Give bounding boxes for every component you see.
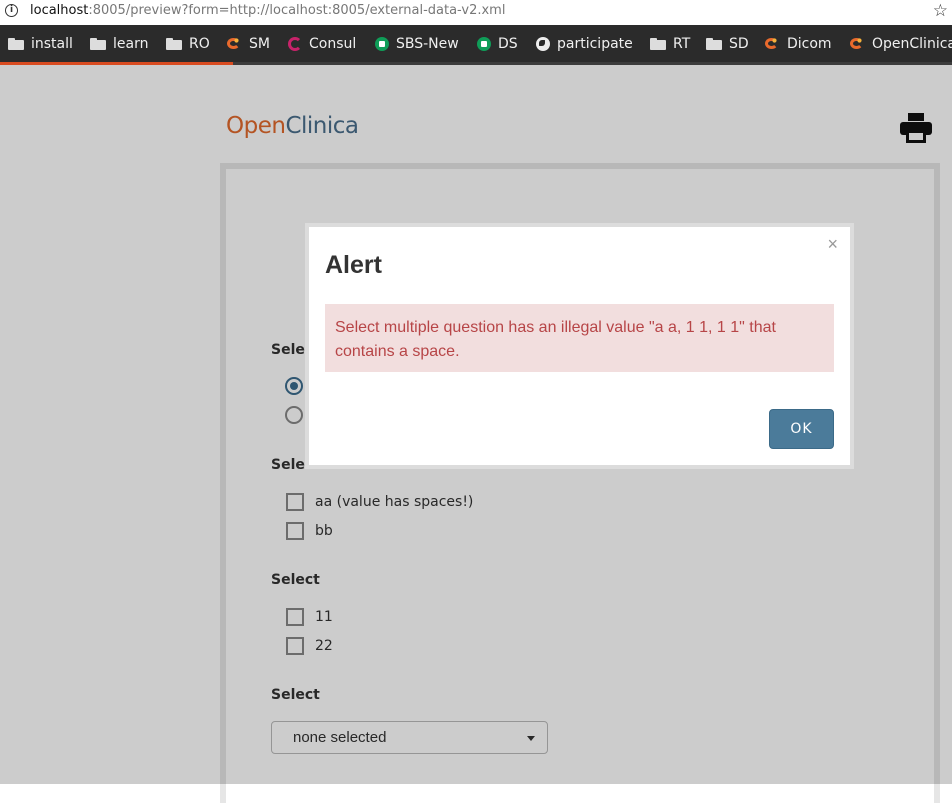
bookmark-consul[interactable]: Consul	[288, 34, 356, 54]
url-host: localhost	[30, 3, 89, 18]
bookmark-label: participate	[557, 36, 633, 52]
meet-icon	[375, 37, 389, 51]
site-info-icon[interactable]: i	[5, 4, 18, 17]
bookmark-label: SM	[249, 36, 270, 52]
alert-dialog: Alert × Select multiple question has an …	[305, 223, 854, 469]
bookmark-label: SD	[729, 36, 749, 52]
bookmark-label: install	[31, 36, 73, 52]
bookmark-install[interactable]: install	[8, 34, 73, 54]
bookmark-openclinica[interactable]: OpenClinica	[849, 34, 952, 54]
bookmark-label: RO	[189, 36, 210, 52]
meet-icon	[477, 37, 491, 51]
bookmark-sbs-new[interactable]: SBS-New	[375, 34, 459, 54]
folder-icon	[650, 38, 666, 50]
ok-button[interactable]: OK	[769, 409, 834, 449]
bookmark-learn[interactable]: learn	[90, 34, 148, 54]
bookmark-label: Consul	[309, 36, 357, 52]
bookmark-sd[interactable]: SD	[706, 34, 749, 54]
bookmark-label: RT	[673, 36, 691, 52]
bookmark-label: learn	[113, 36, 149, 52]
bookmark-ro[interactable]: RO	[166, 34, 210, 54]
folder-icon	[166, 38, 182, 50]
dialog-title: Alert	[325, 251, 382, 279]
bookmark-label: Dicom	[787, 36, 832, 52]
url-path: :8005/preview?form=http://localhost:8005…	[88, 3, 506, 18]
openclinica-icon	[849, 36, 865, 52]
bookmark-rt[interactable]: RT	[650, 34, 690, 54]
bookmark-label: OpenClinica	[872, 36, 952, 52]
url-text[interactable]: localhost:8005/preview?form=http://local…	[30, 3, 505, 18]
bookmark-participate[interactable]: participate	[536, 34, 633, 54]
globe-icon	[536, 37, 550, 51]
bookmark-sm[interactable]: SM	[226, 34, 270, 54]
bookmarks-bar: install learn RO SM Consul SBS-New DS pa…	[0, 25, 952, 62]
folder-icon	[90, 38, 106, 50]
bookmark-dicom[interactable]: Dicom	[764, 34, 832, 54]
bookmark-label: DS	[498, 36, 518, 52]
openclinica-icon	[764, 36, 780, 52]
folder-icon	[706, 38, 722, 50]
close-icon[interactable]: ×	[827, 234, 838, 255]
bookmark-label: SBS-New	[396, 36, 459, 52]
star-icon[interactable]: ☆	[933, 1, 948, 21]
consul-icon	[288, 37, 302, 51]
openclinica-icon	[226, 36, 242, 52]
error-message: Select multiple question has an illegal …	[325, 304, 834, 372]
address-bar[interactable]: i localhost:8005/preview?form=http://loc…	[0, 0, 952, 25]
folder-icon	[8, 38, 24, 50]
bookmark-ds[interactable]: DS	[477, 34, 518, 54]
